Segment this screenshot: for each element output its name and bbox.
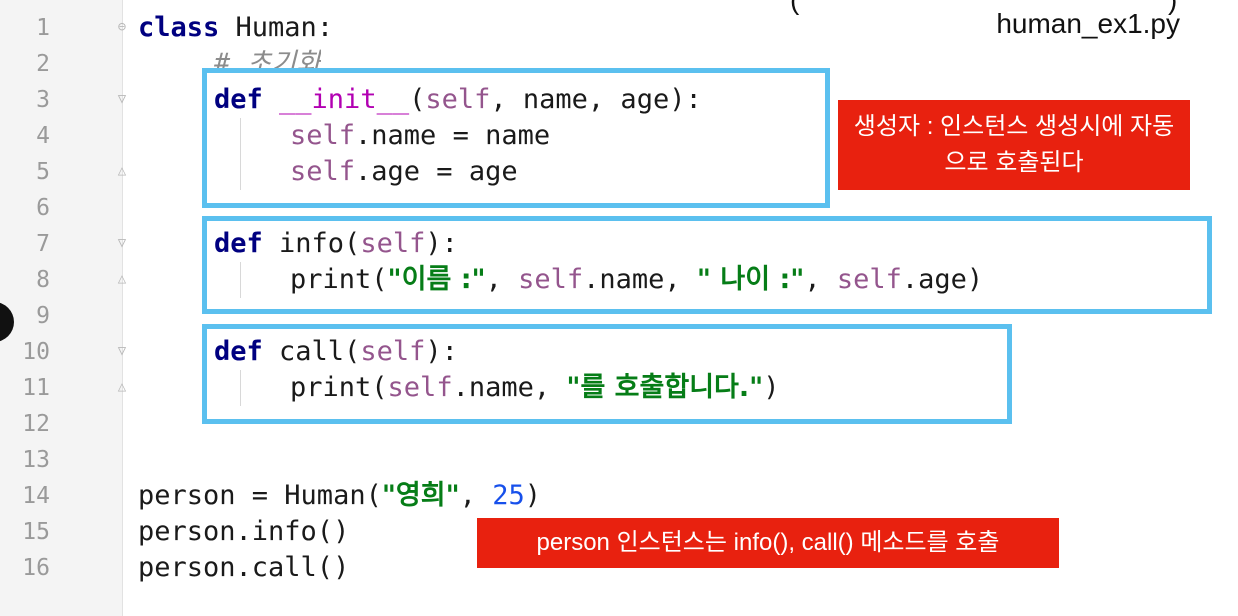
code-text: , (459, 480, 493, 511)
line-number: 3 (36, 87, 50, 113)
fold-open-icon[interactable]: ⊖ (113, 18, 131, 36)
code-line-2[interactable]: # 초기화 (214, 46, 321, 68)
keyword: class (138, 12, 220, 43)
code-text: person = Human( (138, 480, 382, 511)
line-number: 10 (22, 339, 50, 365)
line-number: 8 (36, 267, 50, 293)
string-literal: "영희" (381, 480, 460, 511)
code-text: ) (524, 480, 541, 511)
number-literal: 25 (492, 480, 525, 511)
line-number: 16 (22, 555, 50, 581)
line-number: 6 (36, 195, 50, 221)
line-number: 12 (22, 411, 50, 437)
comment: # 초기화 (214, 48, 322, 68)
info-method-highlight-box (202, 216, 1212, 314)
fold-open-icon[interactable]: ▽ (113, 234, 131, 252)
line-number: 15 (22, 519, 50, 545)
line-number: 9 (36, 303, 50, 329)
fold-open-icon[interactable]: ▽ (113, 90, 131, 108)
top-fragment-left: ( (790, 0, 799, 16)
line-number: 14 (22, 483, 50, 509)
fold-end-icon[interactable]: △ (113, 270, 131, 288)
line-number: 5 (36, 159, 50, 185)
call-method-highlight-box (202, 324, 1012, 424)
instance-call-note: person 인스턴스는 info(), call() 메소드를 호출 (477, 518, 1059, 568)
fold-open-icon[interactable]: ▽ (113, 342, 131, 360)
code-line-16[interactable]: person.call() (138, 550, 349, 586)
code-line-15[interactable]: person.info() (138, 514, 349, 550)
code-text: person.call() (138, 552, 350, 583)
line-number: 1 (36, 15, 50, 41)
line-number: 13 (22, 447, 50, 473)
code-text: person.info() (138, 516, 350, 547)
init-method-highlight-box (202, 68, 830, 208)
code-line-1[interactable]: class Human: (138, 10, 333, 46)
constructor-note: 생성자 : 인스턴스 생성시에 자동으로 호출된다 (838, 100, 1190, 190)
line-number: 4 (36, 123, 50, 149)
fold-end-icon[interactable]: △ (113, 378, 131, 396)
code-text: Human: (219, 12, 334, 43)
line-number: 11 (22, 375, 50, 401)
line-number: 2 (36, 51, 50, 77)
line-number: 7 (36, 231, 50, 257)
code-line-14[interactable]: person = Human("영희", 25) (138, 478, 541, 514)
file-name-label: human_ex1.py (996, 8, 1180, 39)
fold-end-icon[interactable]: △ (113, 162, 131, 180)
